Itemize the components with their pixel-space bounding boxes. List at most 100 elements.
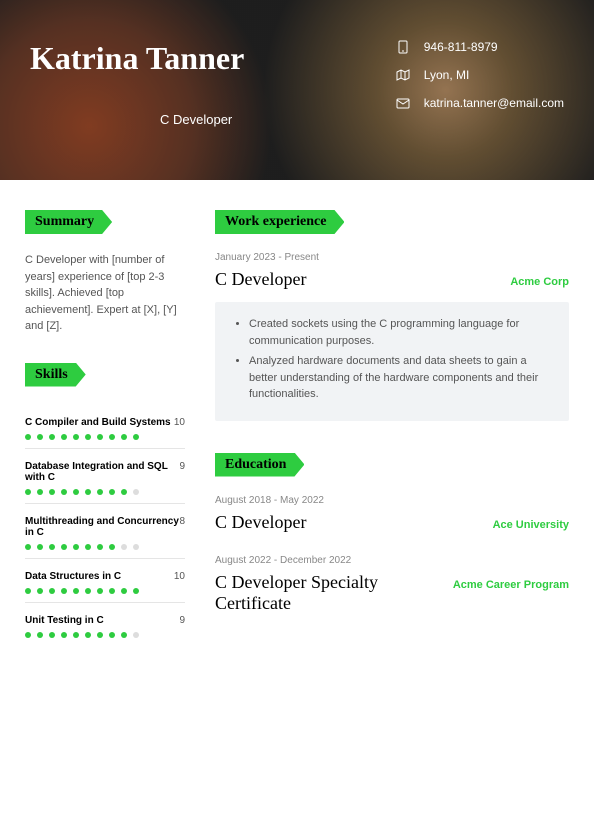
dot (97, 588, 103, 594)
bullet-item: Analyzed hardware documents and data she… (249, 353, 551, 403)
dot (97, 489, 103, 495)
dot (85, 489, 91, 495)
dot (73, 588, 79, 594)
dot (133, 489, 139, 495)
summary-header: Summary (25, 210, 112, 234)
dot (25, 544, 31, 550)
header: Katrina Tanner C Developer 946-811-8979 … (0, 0, 594, 180)
dot (133, 434, 139, 440)
skill-row: Multithreading and Concurrency in C8 (25, 516, 185, 538)
entry-title: C Developer (215, 269, 306, 290)
dot (85, 434, 91, 440)
dot (133, 632, 139, 638)
skill-name: Unit Testing in C (25, 615, 104, 626)
dot (121, 588, 127, 594)
work-header: Work experience (215, 210, 344, 234)
dot (61, 588, 67, 594)
right-column: Work experience January 2023 - PresentC … (215, 210, 569, 646)
date-range: August 2018 - May 2022 (215, 495, 569, 506)
dot (73, 544, 79, 550)
contact-block: 946-811-8979 Lyon, MI katrina.tanner@ema… (396, 40, 564, 140)
education-entry: August 2022 - December 2022 C Developer S… (215, 555, 569, 614)
dot (73, 489, 79, 495)
contact-phone-row: 946-811-8979 (396, 40, 564, 54)
dot (37, 434, 43, 440)
education-entry: August 2018 - May 2022 C Developer Ace Uni… (215, 495, 569, 533)
skill-name: C Compiler and Build Systems (25, 417, 171, 428)
skill-score: 9 (179, 461, 185, 472)
phone-icon (396, 40, 410, 54)
skill-row: C Compiler and Build Systems10 (25, 417, 185, 428)
entry-title: C Developer Specialty Certificate (215, 572, 435, 614)
skill-score: 10 (174, 571, 185, 582)
dot (49, 588, 55, 594)
skill-row: Data Structures in C 10 (25, 571, 185, 582)
dot (37, 632, 43, 638)
entry-header: C Developer Ace University (215, 512, 569, 533)
entry-company: Acme Career Program (453, 579, 569, 591)
skill-dots (25, 632, 185, 646)
work-bullets: Created sockets using the C programming … (215, 302, 569, 421)
dot (133, 588, 139, 594)
entry-title: C Developer (215, 512, 306, 533)
education-list: August 2018 - May 2022 C Developer Ace Uni… (215, 495, 569, 614)
dot (73, 434, 79, 440)
work-list: January 2023 - PresentC DeveloperAcme Co… (215, 252, 569, 421)
dot (37, 489, 43, 495)
person-name: Katrina Tanner (30, 40, 244, 77)
dot (61, 489, 67, 495)
date-range: August 2022 - December 2022 (215, 555, 569, 566)
skill-dots (25, 544, 185, 559)
dot (49, 489, 55, 495)
dot (109, 632, 115, 638)
skill-score: 10 (174, 417, 185, 428)
skill-row: Database Integration and SQL with C9 (25, 461, 185, 483)
dot (85, 544, 91, 550)
skill-name: Data Structures in C (25, 571, 121, 582)
skill-score: 9 (179, 615, 185, 626)
dot (49, 632, 55, 638)
dot (121, 434, 127, 440)
dot (109, 588, 115, 594)
contact-location-row: Lyon, MI (396, 68, 564, 82)
skill-name: Multithreading and Concurrency in C (25, 516, 179, 538)
skill-dots (25, 588, 185, 603)
dot (109, 489, 115, 495)
dot (109, 434, 115, 440)
education-header: Education (215, 453, 304, 477)
dot (25, 434, 31, 440)
dot (37, 544, 43, 550)
contact-email: katrina.tanner@email.com (424, 96, 564, 110)
work-entry: January 2023 - PresentC DeveloperAcme Co… (215, 252, 569, 421)
mail-icon (396, 96, 410, 110)
dot (61, 434, 67, 440)
dot (133, 544, 139, 550)
person-title: C Developer (160, 112, 244, 127)
contact-email-row: katrina.tanner@email.com (396, 96, 564, 110)
dot (85, 632, 91, 638)
skill-name: Database Integration and SQL with C (25, 461, 179, 483)
dot (73, 632, 79, 638)
dot (97, 434, 103, 440)
entry-company: Ace University (493, 519, 569, 531)
dot (37, 588, 43, 594)
skill-score: 8 (179, 516, 185, 527)
dot (61, 632, 67, 638)
dot (61, 544, 67, 550)
left-column: Summary C Developer with [number of year… (25, 210, 185, 646)
contact-phone: 946-811-8979 (424, 40, 498, 54)
entry-header: C Developer Acme Corp (215, 269, 569, 290)
entry-header: C Developer Specialty Certificate Acme Ca… (215, 572, 569, 614)
dot (121, 544, 127, 550)
dot (97, 632, 103, 638)
dot (121, 489, 127, 495)
body: Summary C Developer with [number of year… (0, 180, 594, 676)
entry-company: Acme Corp (510, 276, 569, 288)
skill-dots (25, 434, 185, 449)
dot (109, 544, 115, 550)
contact-location: Lyon, MI (424, 68, 470, 82)
dot (85, 588, 91, 594)
dot (49, 544, 55, 550)
dot (97, 544, 103, 550)
dot (25, 632, 31, 638)
